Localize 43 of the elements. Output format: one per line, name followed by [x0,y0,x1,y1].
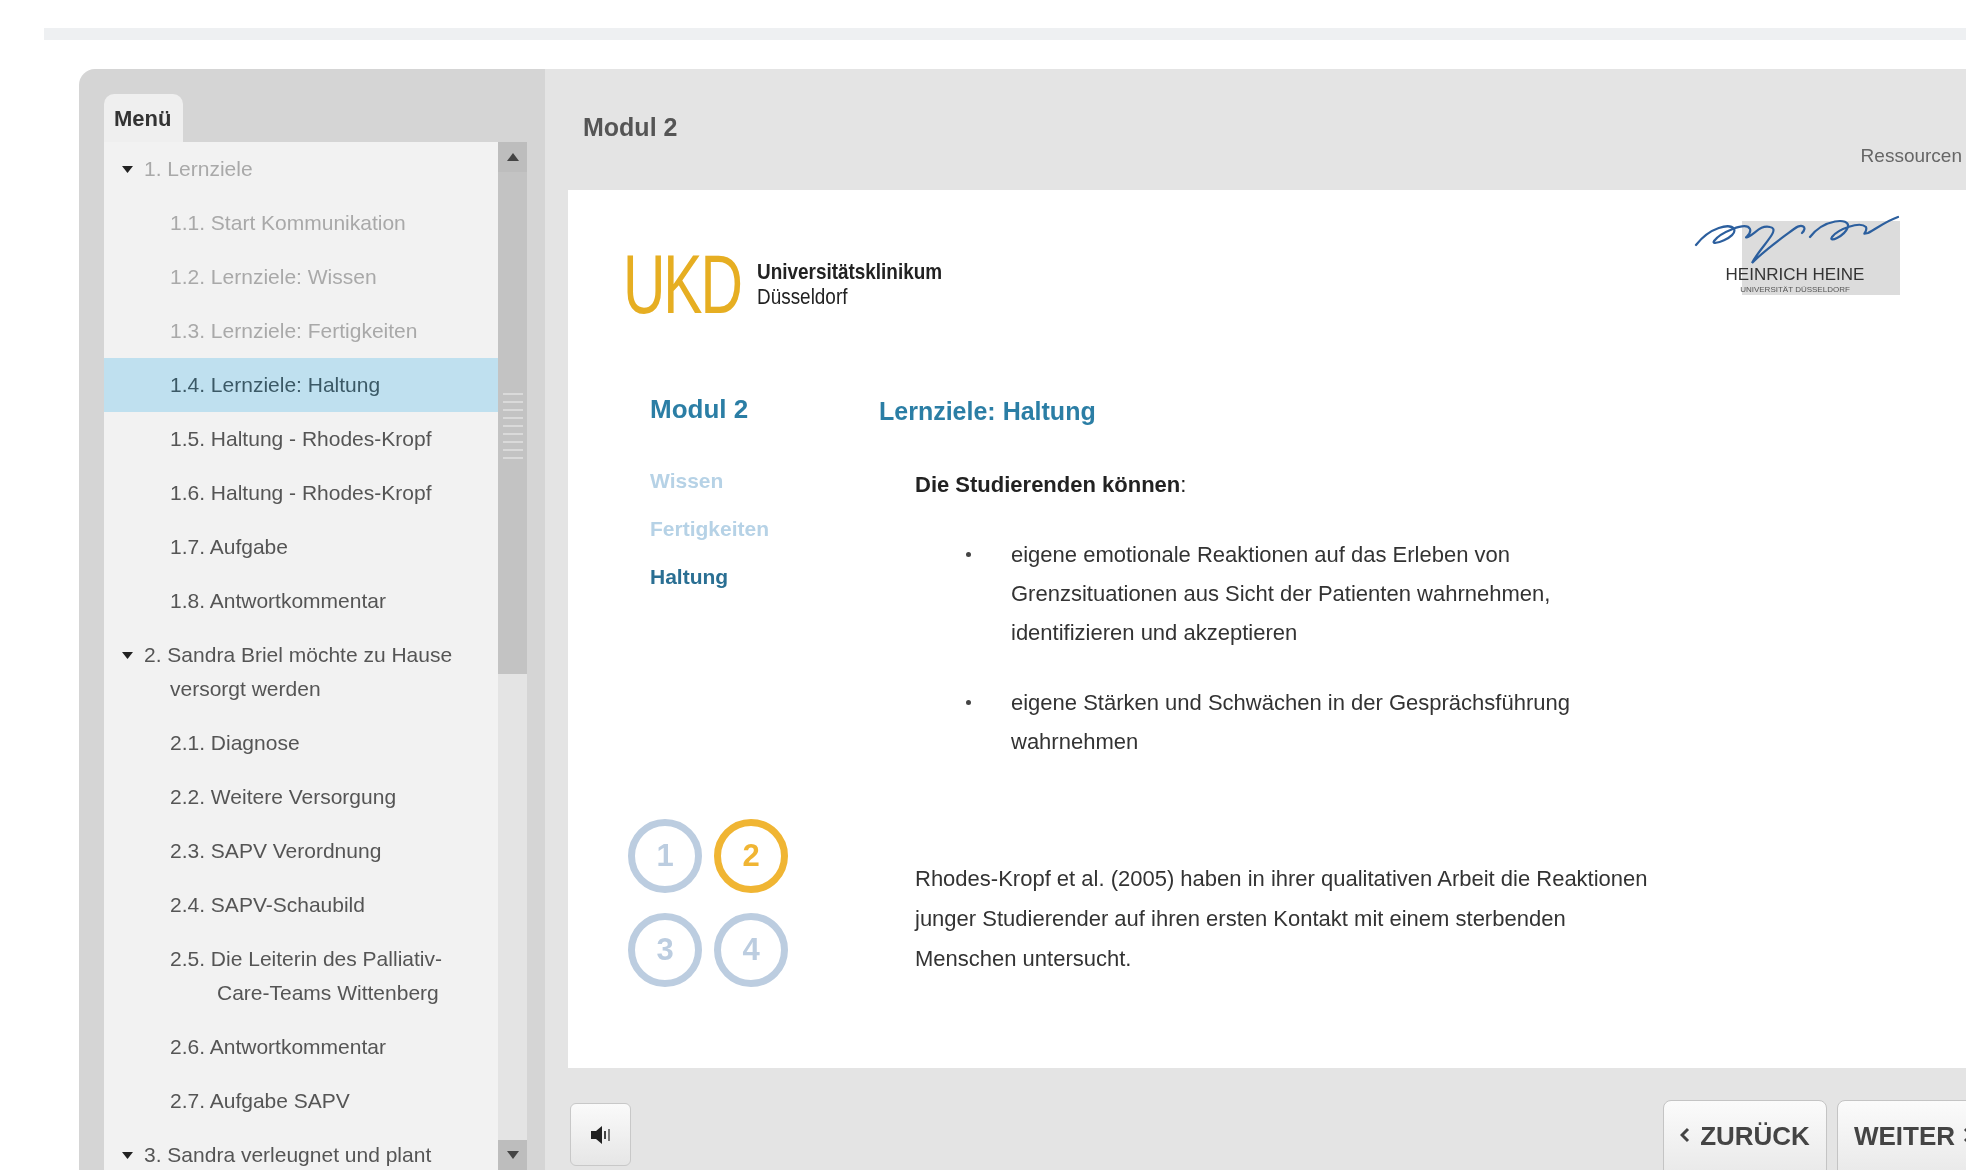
back-button[interactable]: ZURÜCK [1663,1100,1827,1170]
menu-item[interactable]: 2.5. Die Leiterin des Palliativ-Care-Teams Wittenberg [104,932,498,1020]
menu-item[interactable]: 2.7. Aufgabe SAPV [104,1074,498,1128]
menu-item[interactable]: 2.1. Diagnose [104,716,498,770]
next-button[interactable]: WEITER [1836,1100,1966,1170]
menu-item[interactable]: 1.8. Antwortkommentar [104,574,498,628]
logo-letters: UKD [623,249,741,319]
sound-button[interactable] [570,1103,631,1166]
section-link[interactable]: Haltung [650,560,729,594]
scrollbar-thumb[interactable] [498,172,527,674]
menu-item[interactable]: 2.2. Weitere Versorgung [104,770,498,824]
logo-city: Düsseldorf [757,284,849,309]
bullet-text: eigene emotionale Reaktionen auf das Erleben von Grenzsituationen aus Sicht der Patienten wahrnehmen, identifizieren und akzeptieren [1011,541,1552,647]
menu-item[interactable]: 2.6. Antwortkommentar [104,1020,498,1074]
menu-item[interactable]: 1.5. Haltung - Rhodes-Kropf [104,412,498,466]
menu-item[interactable]: 2.4. SAPV-Schaubild [104,878,498,932]
menu-item[interactable]: 1.7. Aufgabe [104,520,498,574]
menu-item[interactable]: 3. Sandra verleugnet und plant [104,1128,498,1170]
paragraph-text: Rhodes-Kropf et al. (2005) haben in ihrer qualitativen Arbeit die Reaktionen junger Studierender auf ihren ersten Kontakt mit einem sterbenden Menschen untersucht. [915,865,1649,973]
logo-name: Universitätsklinikum [757,259,943,284]
logo-subtitle: UNIVERSITÄT DÜSSELDORF [1740,285,1850,295]
menu-tab[interactable]: Menü [104,94,184,142]
scroll-up-icon[interactable] [498,142,527,172]
chevron-left-icon [1680,1127,1691,1143]
bullet-text: eigene Stärken und Schwächen in der Gesprächsführung wahrnehmen [1011,689,1571,756]
scrollbar[interactable] [498,142,527,1170]
logo-name: HEINRICH HEINE [1725,265,1865,285]
menu-item[interactable]: 1.4. Lernziele: Haltung [104,358,498,412]
expanded-triangle-icon [122,164,133,175]
intro-text: Die Studierenden können: [915,471,1188,499]
module-title: Modul 2 [583,112,678,143]
scroll-down-icon[interactable] [498,1140,527,1170]
bullet-icon [966,700,971,705]
menu-item[interactable]: 1.6. Haltung - Rhodes-Kropf [104,466,498,520]
bullet-icon [966,552,971,557]
resources-link[interactable]: Ressourcen [1860,143,1962,169]
expanded-triangle-icon [122,1150,133,1161]
menu-item[interactable]: 2.3. SAPV Verordnung [104,824,498,878]
menu-item[interactable]: 2. Sandra Briel möchte zu Hause versorgt werden [104,628,498,716]
module-heading: Modul 2 [650,393,750,426]
expanded-triangle-icon [122,650,133,661]
speaker-icon [589,1124,612,1145]
slide-heading: Lernziele: Haltung [879,396,1097,427]
